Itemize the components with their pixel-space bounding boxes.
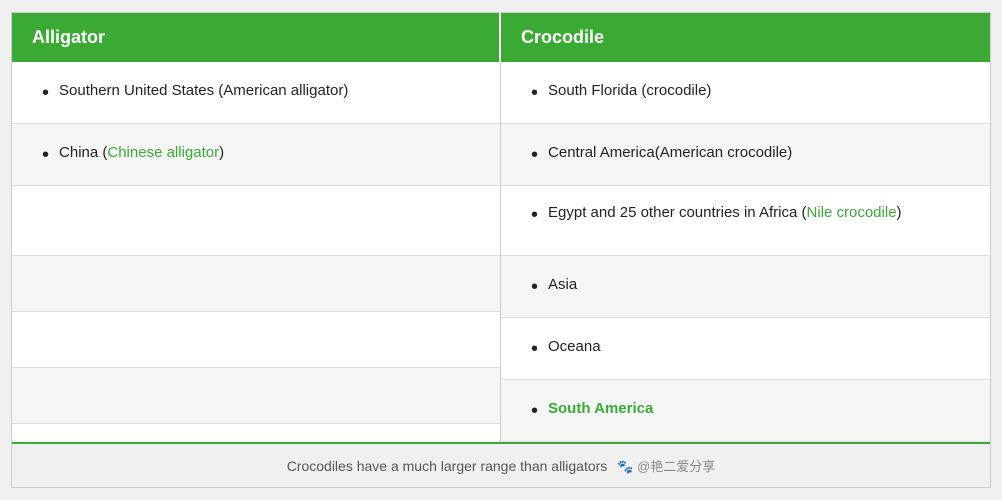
alligator-empty-4 — [12, 256, 500, 312]
crocodile-row-6: • South America — [501, 380, 990, 442]
crocodile-row-5-text: Oceana — [548, 336, 970, 359]
crocodile-row-3-text: Egypt and 25 other countries in Africa (… — [548, 202, 970, 225]
crocodile-row-1-text: South Florida (crocodile) — [548, 80, 970, 103]
footer-text: Crocodiles have a much larger range than… — [287, 458, 608, 474]
bullet-icon: • — [531, 275, 538, 299]
crocodile-row-2-text: Central America(American crocodile) — [548, 142, 970, 165]
crocodile-row-4: • Asia — [501, 256, 990, 318]
crocodile-row-3: • Egypt and 25 other countries in Africa… — [501, 186, 990, 256]
bullet-icon: • — [531, 143, 538, 167]
nile-crocodile-link: Nile crocodile — [807, 204, 897, 221]
bullet-icon: • — [42, 143, 49, 167]
bullet-icon: • — [531, 203, 538, 227]
alligator-empty-6 — [12, 368, 500, 424]
alligator-row-1: • Southern United States (American allig… — [12, 62, 500, 124]
south-america-text: South America — [548, 398, 970, 421]
table-body: • Southern United States (American allig… — [12, 62, 990, 442]
header-crocodile: Crocodile — [501, 13, 990, 62]
alligator-row-1-text: Southern United States (American alligat… — [59, 80, 480, 103]
crocodile-row-2: • Central America(American crocodile) — [501, 124, 990, 186]
alligator-row-2: • China (Chinese alligator) — [12, 124, 500, 186]
crocodile-row-1: • South Florida (crocodile) — [501, 62, 990, 124]
bullet-icon: • — [531, 399, 538, 423]
crocodile-row-5: • Oceana — [501, 318, 990, 380]
comparison-table: Alligator Crocodile • Southern United St… — [11, 12, 991, 488]
crocodile-row-4-text: Asia — [548, 274, 970, 297]
bullet-icon: • — [531, 337, 538, 361]
alligator-empty-5 — [12, 312, 500, 368]
alligator-row-2-text: China (Chinese alligator) — [59, 142, 480, 165]
alligator-empty-3 — [12, 186, 500, 256]
chinese-alligator-link: Chinese alligator — [107, 144, 219, 161]
header-alligator: Alligator — [12, 13, 501, 62]
alligator-column: • Southern United States (American allig… — [12, 62, 501, 442]
footer: Crocodiles have a much larger range than… — [12, 442, 990, 487]
watermark: 🐾 @艳二爱分享 — [617, 456, 715, 475]
bullet-icon: • — [531, 81, 538, 105]
crocodile-column: • South Florida (crocodile) • Central Am… — [501, 62, 990, 442]
table-header: Alligator Crocodile — [12, 13, 990, 62]
bullet-icon: • — [42, 81, 49, 105]
